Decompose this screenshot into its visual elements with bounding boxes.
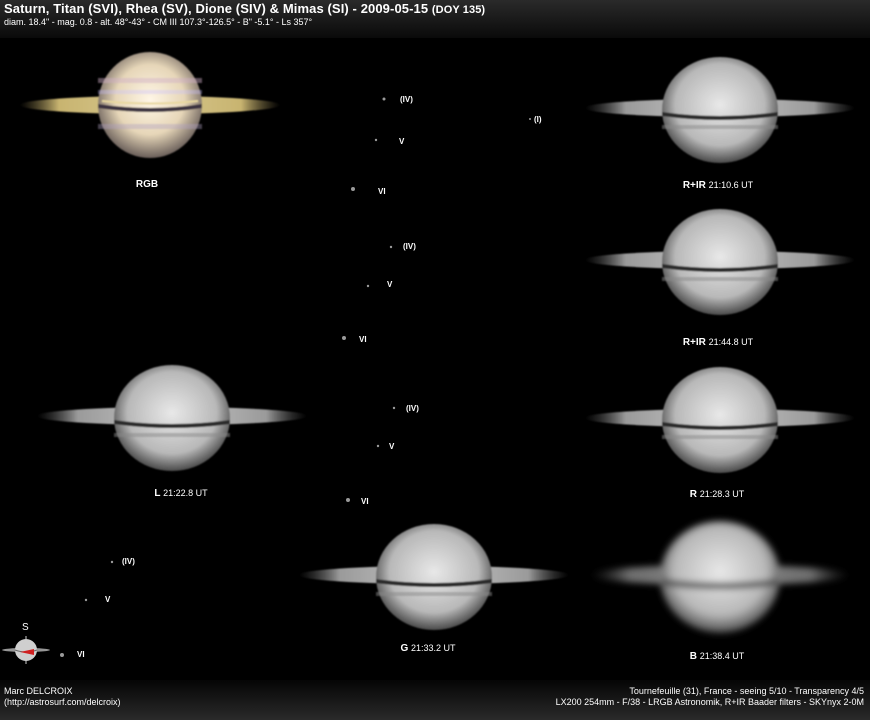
panel-label-b: B 21:38.4 UT [689, 651, 745, 662]
moon-label-rhea: V [105, 595, 111, 604]
saturn-r-ir-2 [585, 209, 855, 315]
moon-label-dione: (IV) [122, 557, 135, 566]
moon-label-rhea: V [399, 137, 405, 146]
saturn-image-mosaic [2, 52, 855, 664]
saturn-b [590, 521, 850, 633]
footer: Marc DELCROIX (http://astrosurf.com/delc… [0, 680, 870, 720]
observation-details: diam. 18.4" - mag. 0.8 - alt. 48°-43° - … [4, 17, 313, 27]
moon-label-mimas: (I) [534, 115, 542, 124]
author-url: (http://astrosurf.com/delcroix) [4, 697, 121, 707]
orientation-compass [2, 636, 50, 664]
moon-label-titan: VI [361, 497, 369, 506]
panel-label-r-ir-2: R+IR 21:44.8 UT [682, 337, 754, 348]
author-name: Marc DELCROIX [4, 686, 73, 696]
compass-south-label: S [22, 622, 29, 633]
moon-label-dione: (IV) [403, 242, 416, 251]
panel-label-r: R 21:28.3 UT [689, 489, 745, 500]
panel-label-rgb: RGB [135, 179, 159, 190]
title-bar: Saturn, Titan (SVI), Rhea (SV), Dione (S… [0, 0, 870, 38]
doy-label: (DOY 135) [431, 4, 486, 16]
panel-label-g: G 21:33.2 UT [400, 643, 456, 654]
saturn-l [37, 365, 307, 471]
panel-label-r-ir-1: R+IR 21:10.6 UT [682, 180, 754, 191]
moon-label-rhea: V [387, 280, 393, 289]
moon-label-rhea: V [389, 442, 395, 451]
saturn-r [585, 367, 855, 473]
moon-label-titan: VI [77, 650, 85, 659]
moon-label-titan: VI [359, 335, 367, 344]
panel-label-l: L 21:22.8 UT [154, 488, 208, 499]
moon-label-dione: (IV) [406, 404, 419, 413]
moon-label-dione: (IV) [400, 95, 413, 104]
location-conditions: Tournefeuille (31), France - seeing 5/10… [629, 686, 864, 696]
saturn-g [299, 524, 569, 630]
saturn-rgb [20, 52, 280, 158]
saturn-r-ir-1 [585, 57, 855, 163]
moon-label-titan: VI [378, 187, 386, 196]
equipment-info: LX200 254mm - F/38 - LRGB Astronomik, R+… [555, 697, 864, 707]
page-title: Saturn, Titan (SVI), Rhea (SV), Dione (S… [4, 1, 486, 16]
